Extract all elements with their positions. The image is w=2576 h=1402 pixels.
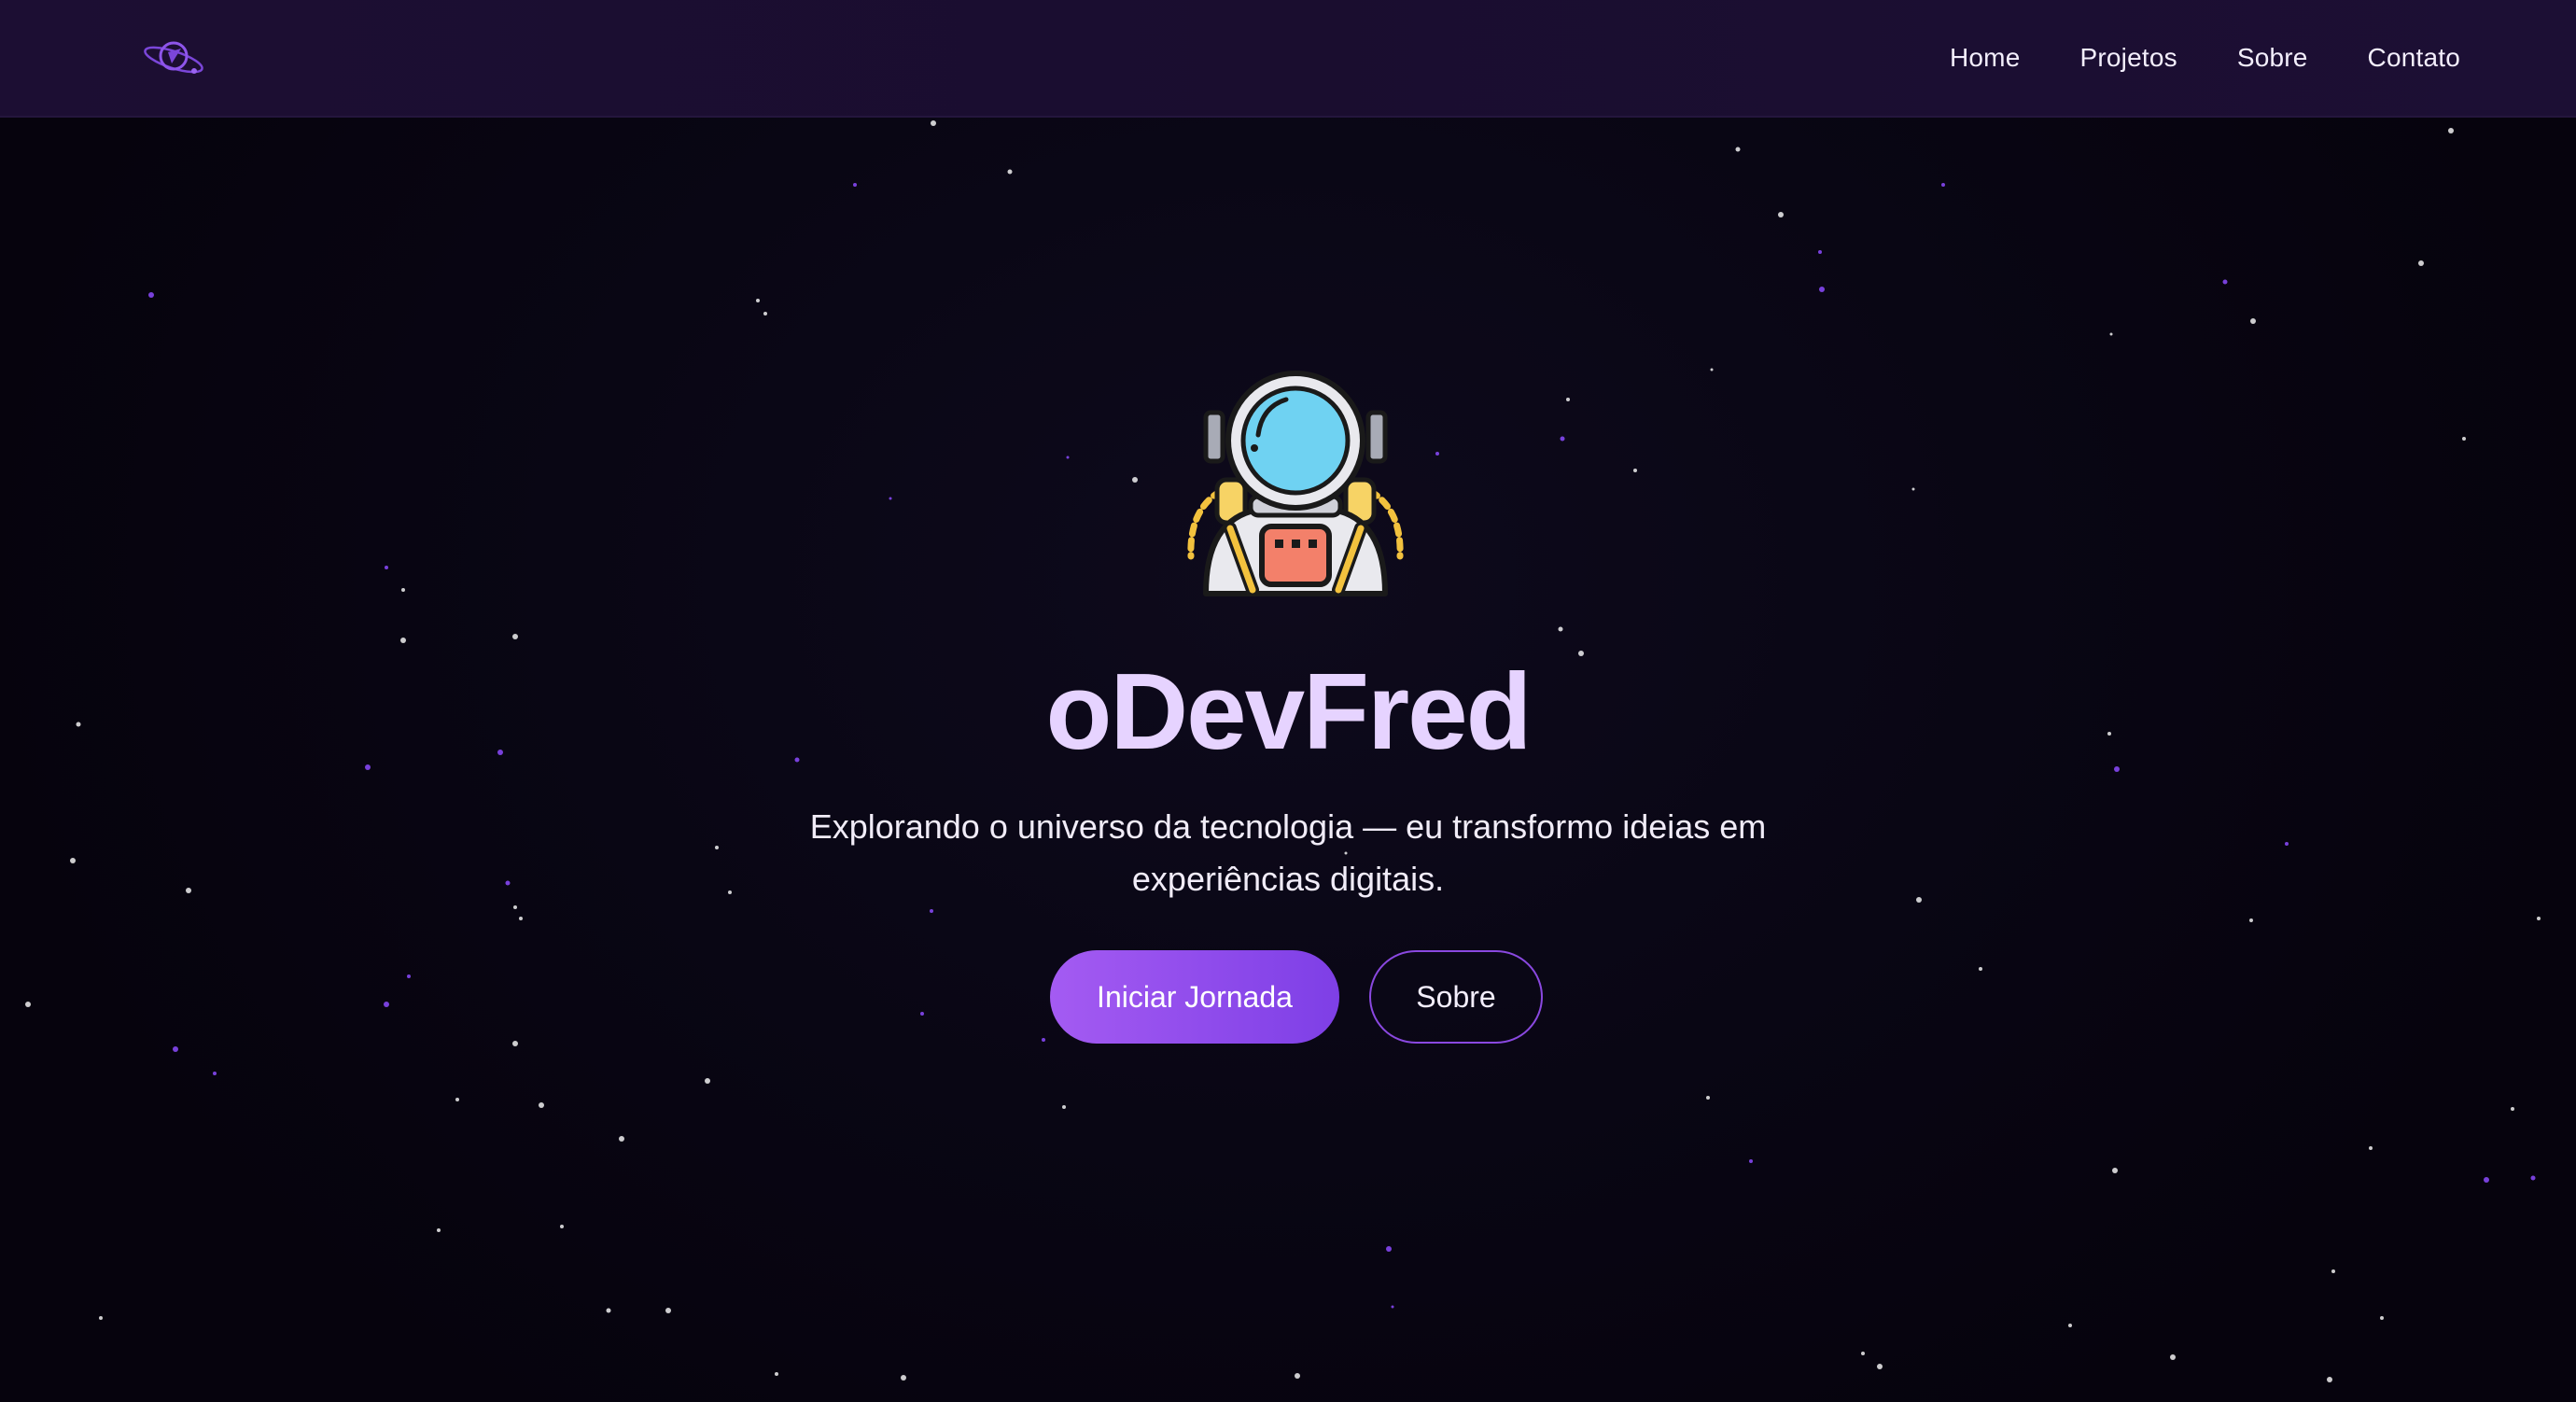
hero-actions: Iniciar Jornada Sobre [0, 950, 2576, 1044]
astronaut-icon [1187, 371, 1404, 596]
hero-subtitle: Explorando o universo da tecnologia — eu… [809, 807, 1767, 898]
iniciar-jornada-button[interactable]: Iniciar Jornada [1050, 950, 1339, 1044]
nav-link-sobre[interactable]: Sobre [2237, 43, 2308, 73]
nav-link-contato[interactable]: Contato [2368, 43, 2460, 73]
nav-link-projetos[interactable]: Projetos [2079, 43, 2177, 73]
sobre-button[interactable]: Sobre [1369, 950, 1543, 1044]
navbar: Home Projetos Sobre Contato [0, 0, 2576, 118]
page: Home Projetos Sobre Contato oDevFred Exp… [0, 0, 2576, 1402]
hero-section: oDevFred Explorando o universo da tecnol… [0, 118, 2576, 1402]
nav-links: Home Projetos Sobre Contato [1950, 0, 2460, 116]
nav-link-home[interactable]: Home [1950, 43, 2021, 73]
astronaut-orbit-logo-icon[interactable] [140, 34, 211, 82]
hero-title: oDevFred [1045, 651, 1532, 772]
